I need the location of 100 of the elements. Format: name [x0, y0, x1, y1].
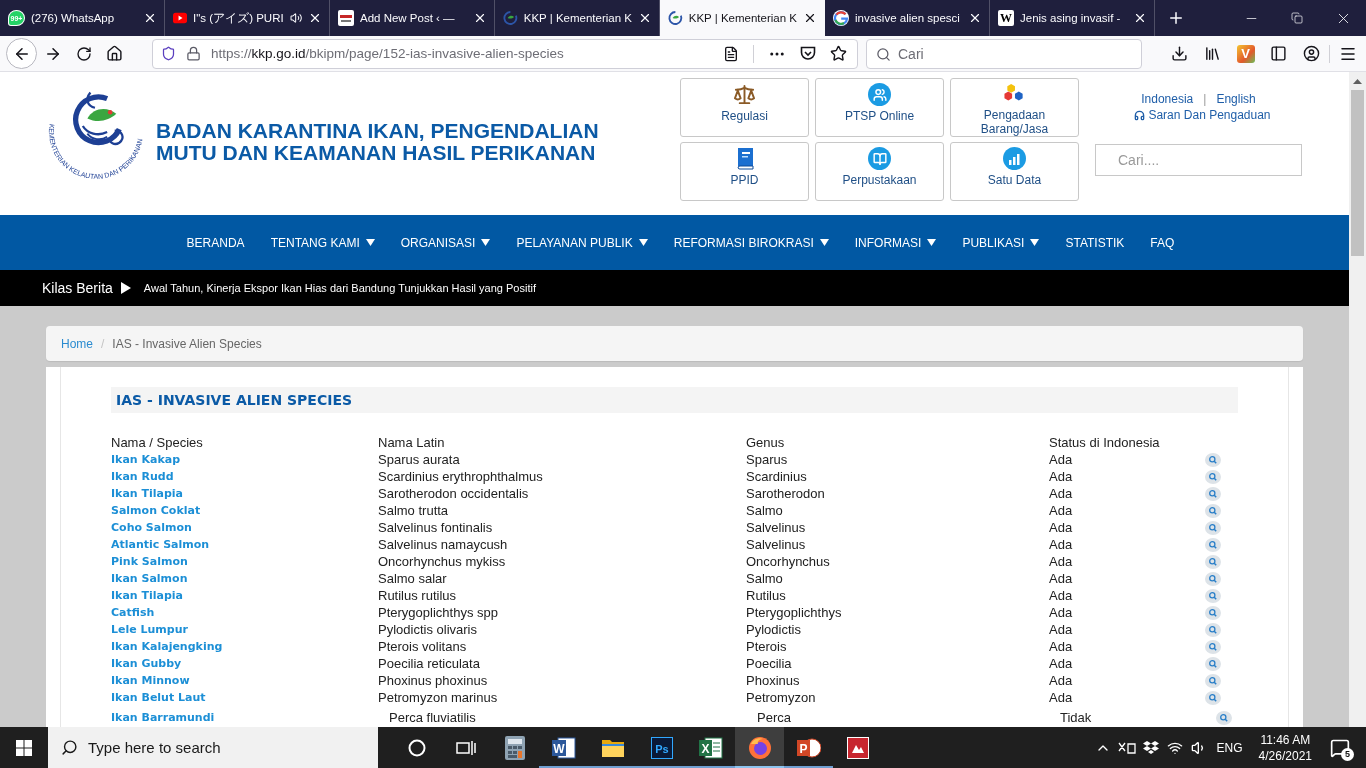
- site-title: BADAN KARANTINA IKAN, PENGENDALIAN MUTU DAN KEAMANAN HASIL PERIKANAN: [156, 120, 599, 166]
- address-field[interactable]: https://kkp.go.id/bkipm/page/152-ias-invasive-alien-species: [152, 38, 858, 69]
- new-tab-icon[interactable]: [1167, 9, 1185, 27]
- status-cell-text: Ada: [1049, 587, 1074, 604]
- magnifier-icon[interactable]: [1205, 504, 1221, 518]
- genus-cell-text: Scardinius: [746, 468, 808, 485]
- keyboard-input-icon[interactable]: [1117, 740, 1136, 755]
- species-link[interactable]: Ikan Belut Laut: [111, 689, 206, 706]
- quick-link-tile[interactable]: PPID: [680, 142, 809, 201]
- nav-item[interactable]: PELAYANAN PUBLIK: [503, 235, 661, 250]
- sidebar-icon[interactable]: [1270, 45, 1287, 62]
- quick-link-tile[interactable]: Satu Data: [950, 142, 1079, 201]
- section-title: IAS - INVASIVE ALIEN SPECIES: [116, 391, 353, 409]
- magnifier-icon[interactable]: [1205, 487, 1221, 501]
- back-button[interactable]: [6, 38, 37, 69]
- close-icon[interactable]: [143, 11, 157, 25]
- search-field[interactable]: Cari: [866, 38, 1142, 69]
- latin-name-cell-text: Scardinius erythrophthalmus: [378, 468, 544, 485]
- species-link[interactable]: Catfish: [111, 604, 155, 621]
- species-link[interactable]: Pink Salmon: [111, 553, 188, 570]
- close-icon[interactable]: [473, 11, 487, 25]
- page-icon[interactable]: [723, 45, 739, 62]
- taskbar-button[interactable]: [735, 727, 784, 768]
- download-icon[interactable]: [1171, 45, 1188, 62]
- nav-item[interactable]: ORGANISASI: [387, 235, 504, 250]
- scrollbar-thumb[interactable]: [1351, 90, 1364, 256]
- species-link[interactable]: Lele Lumpur: [111, 621, 188, 638]
- library-icon[interactable]: [1204, 45, 1221, 62]
- species-link[interactable]: Ikan Gubby: [111, 655, 182, 672]
- quick-link-tile[interactable]: PTSP Online: [815, 78, 944, 137]
- magnifier-icon[interactable]: [1216, 711, 1232, 725]
- species-link[interactable]: Ikan Tilapia: [111, 485, 184, 502]
- nav-item[interactable]: REFORMASI BIROKRASI: [660, 235, 842, 250]
- input-language: ENG: [1215, 740, 1244, 755]
- home-icon[interactable]: [106, 45, 123, 62]
- scroll-up-icon[interactable]: [1353, 78, 1362, 84]
- status-cell-text: Ada: [1049, 519, 1074, 536]
- close-icon[interactable]: [968, 11, 982, 25]
- magnifier-icon[interactable]: [1205, 623, 1221, 637]
- species-link[interactable]: Ikan Barramundi: [111, 709, 215, 726]
- status-cell-text: Ada: [1049, 570, 1074, 587]
- nav-item[interactable]: INFORMASI: [841, 235, 950, 250]
- quick-link-tile[interactable]: Perpustakaan: [815, 142, 944, 201]
- quick-link-tile[interactable]: Pengadaan Barang/Jasa: [950, 78, 1079, 137]
- magnifier-icon[interactable]: [1205, 640, 1221, 654]
- play-icon: [120, 282, 131, 294]
- close-icon[interactable]: [638, 11, 652, 25]
- news-headline-link[interactable]: Awal Tahun, Kinerja Ekspor Ikan Hias dari Bandung Tunjukkan Hasil yang Positif: [143, 282, 536, 294]
- species-link[interactable]: Ikan Rudd: [111, 468, 174, 485]
- clock: 11:46 AM 4/26/2021: [1257, 731, 1313, 764]
- speaker-icon[interactable]: [289, 11, 302, 25]
- taskbar-button[interactable]: P: [784, 727, 833, 768]
- species-link[interactable]: Coho Salmon: [111, 519, 192, 536]
- magnifier-icon[interactable]: [1205, 521, 1221, 535]
- lock-icon[interactable]: [186, 46, 201, 61]
- magnifier-icon[interactable]: [1205, 589, 1221, 603]
- magnifier-icon[interactable]: [1205, 691, 1221, 705]
- species-link[interactable]: Ikan Tilapia: [111, 587, 184, 604]
- magnifier-icon[interactable]: [1205, 538, 1221, 552]
- magnifier-icon[interactable]: [1205, 470, 1221, 484]
- species-link[interactable]: Ikan Salmon: [111, 570, 188, 587]
- feedback-link[interactable]: Saran Dan Pengaduan: [1134, 107, 1271, 123]
- taskbar-button[interactable]: W: [539, 727, 588, 768]
- species-link[interactable]: Ikan Minnow: [111, 672, 190, 689]
- site-search-field[interactable]: Cari....: [1095, 144, 1302, 176]
- nav-item[interactable]: TENTANG KAMI: [257, 235, 388, 250]
- magnifier-icon[interactable]: [1205, 606, 1221, 620]
- status-cell-text: Ada: [1049, 536, 1074, 553]
- species-link[interactable]: Ikan Kalajengking: [111, 638, 223, 655]
- species-link[interactable]: Ikan Kakap: [111, 451, 181, 468]
- magnifier-icon[interactable]: [1205, 674, 1221, 688]
- nav-item[interactable]: STATISTIK: [1052, 235, 1138, 250]
- close-icon[interactable]: [308, 11, 322, 25]
- nav-item[interactable]: PUBLIKASI: [949, 235, 1053, 250]
- pocket-icon[interactable]: [800, 46, 816, 61]
- nav-item[interactable]: BERANDA: [173, 235, 258, 250]
- taskbar-button[interactable]: Ps: [637, 727, 686, 768]
- magnifier-icon[interactable]: [1205, 453, 1221, 467]
- taskbar-search-field[interactable]: Type here to search: [48, 727, 378, 768]
- quick-link-tile[interactable]: Regulasi: [680, 78, 809, 137]
- task-view-icon: [455, 738, 476, 757]
- language-link[interactable]: Indonesia: [1141, 91, 1194, 107]
- dropbox-icon[interactable]: [1142, 740, 1159, 755]
- close-icon[interactable]: [803, 11, 817, 25]
- browser-tab[interactable]: KKP | Kementerian K: [660, 0, 825, 36]
- language-link[interactable]: English: [1216, 91, 1256, 107]
- magnifier-icon[interactable]: [1205, 657, 1221, 671]
- magnifier-icon[interactable]: [1205, 572, 1221, 586]
- magnifier-icon[interactable]: [1205, 555, 1221, 569]
- nav-item[interactable]: FAQ: [1137, 235, 1188, 250]
- species-link[interactable]: Atlantic Salmon: [111, 536, 210, 553]
- account-icon[interactable]: [1303, 45, 1320, 62]
- status-cell-text: Ada: [1049, 689, 1074, 706]
- shield-icon[interactable]: [161, 46, 176, 61]
- star-icon[interactable]: [830, 45, 847, 62]
- species-link[interactable]: Salmon Coklat: [111, 502, 201, 519]
- restore-icon[interactable]: [1291, 12, 1303, 24]
- reload-icon[interactable]: [75, 45, 92, 62]
- close-icon[interactable]: [1133, 11, 1147, 25]
- bar-chart-icon: [1003, 147, 1026, 170]
